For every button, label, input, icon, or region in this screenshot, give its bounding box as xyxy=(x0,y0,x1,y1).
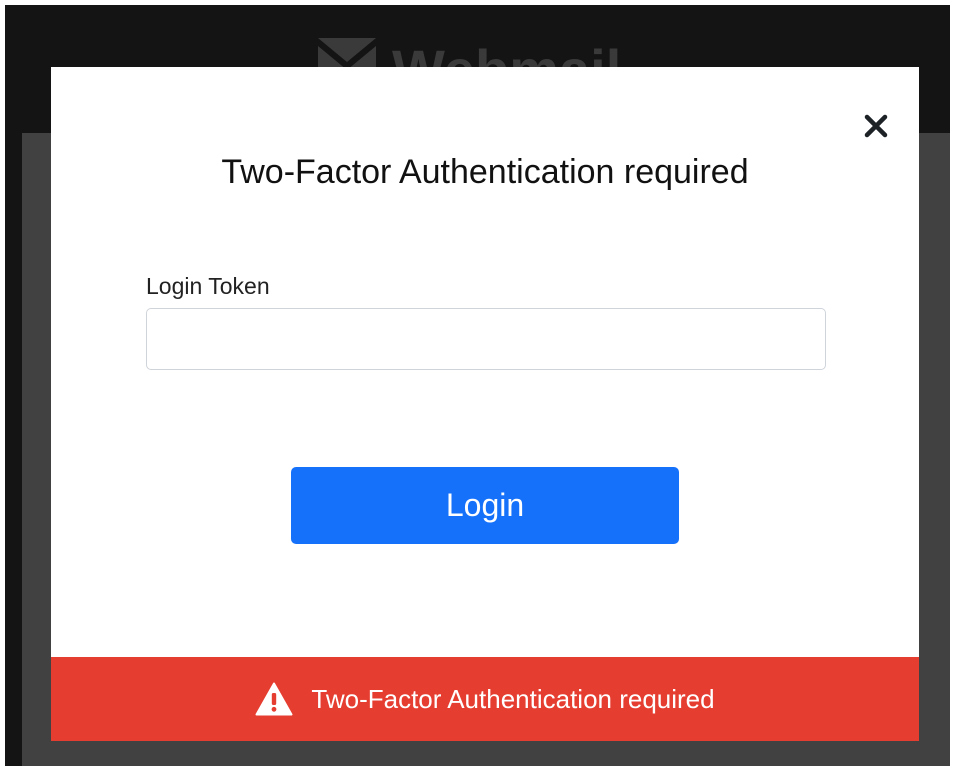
login-token-label: Login Token xyxy=(146,273,270,299)
dialog-title: Two-Factor Authentication required xyxy=(221,153,749,191)
warning-icon xyxy=(255,682,293,716)
error-banner: Two-Factor Authentication required xyxy=(51,657,919,741)
login-button[interactable]: Login xyxy=(291,467,679,544)
login-token-input[interactable] xyxy=(146,308,826,370)
close-icon xyxy=(863,113,889,139)
two-factor-dialog: Two-Factor Authentication required Login… xyxy=(51,67,919,741)
close-button[interactable] xyxy=(863,113,889,139)
error-message: Two-Factor Authentication required xyxy=(311,684,715,714)
